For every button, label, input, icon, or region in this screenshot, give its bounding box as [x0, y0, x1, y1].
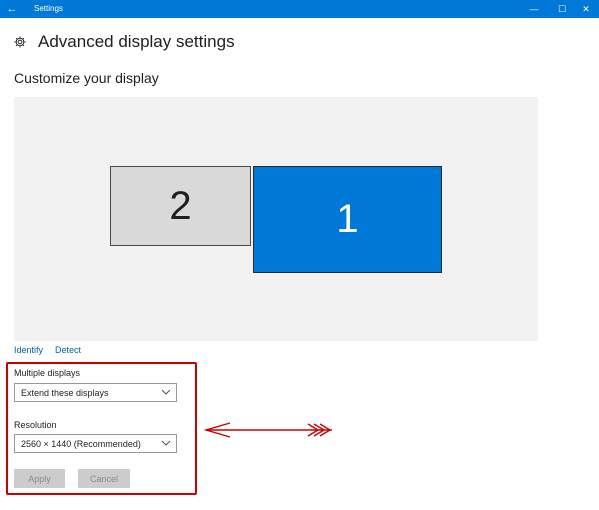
chevron-down-icon — [161, 389, 171, 395]
multiple-displays-value: Extend these displays — [21, 388, 109, 398]
multiple-displays-dropdown[interactable]: Extend these displays — [14, 383, 177, 402]
maximize-button[interactable]: ☐ — [549, 0, 575, 18]
chevron-down-icon — [161, 440, 171, 446]
display-arrangement-area[interactable]: 2 1 — [14, 97, 538, 341]
maximize-icon: ☐ — [557, 3, 567, 14]
title-bar: ← Settings — ☐ ✕ — [0, 0, 599, 18]
annotation-arrow-icon — [203, 422, 332, 438]
detect-link[interactable]: Detect — [55, 345, 81, 355]
monitor-2-label: 2 — [169, 183, 192, 228]
cancel-button[interactable]: Cancel — [78, 469, 130, 488]
resolution-value: 2560 × 1440 (Recommended) — [21, 439, 141, 449]
window-title: Settings — [34, 4, 63, 13]
close-icon: ✕ — [582, 3, 590, 14]
minimize-button[interactable]: — — [521, 0, 547, 18]
resolution-label: Resolution — [14, 420, 57, 430]
resolution-dropdown[interactable]: 2560 × 1440 (Recommended) — [14, 434, 177, 453]
close-button[interactable]: ✕ — [573, 0, 599, 18]
section-title-customize: Customize your display — [14, 70, 159, 86]
monitor-1-label: 1 — [336, 197, 359, 241]
gear-icon — [14, 36, 26, 48]
minimize-icon: — — [529, 4, 539, 14]
back-button[interactable]: ← — [0, 0, 24, 18]
monitor-2[interactable]: 2 — [110, 166, 251, 246]
apply-button-label: Apply — [28, 473, 51, 484]
apply-button[interactable]: Apply — [14, 469, 65, 488]
monitor-1[interactable]: 1 — [253, 166, 442, 273]
cancel-button-label: Cancel — [89, 473, 118, 484]
back-arrow-icon: ← — [6, 3, 18, 15]
page-title: Advanced display settings — [38, 32, 235, 51]
identify-link[interactable]: Identify — [14, 345, 43, 355]
multiple-displays-label: Multiple displays — [14, 368, 81, 378]
